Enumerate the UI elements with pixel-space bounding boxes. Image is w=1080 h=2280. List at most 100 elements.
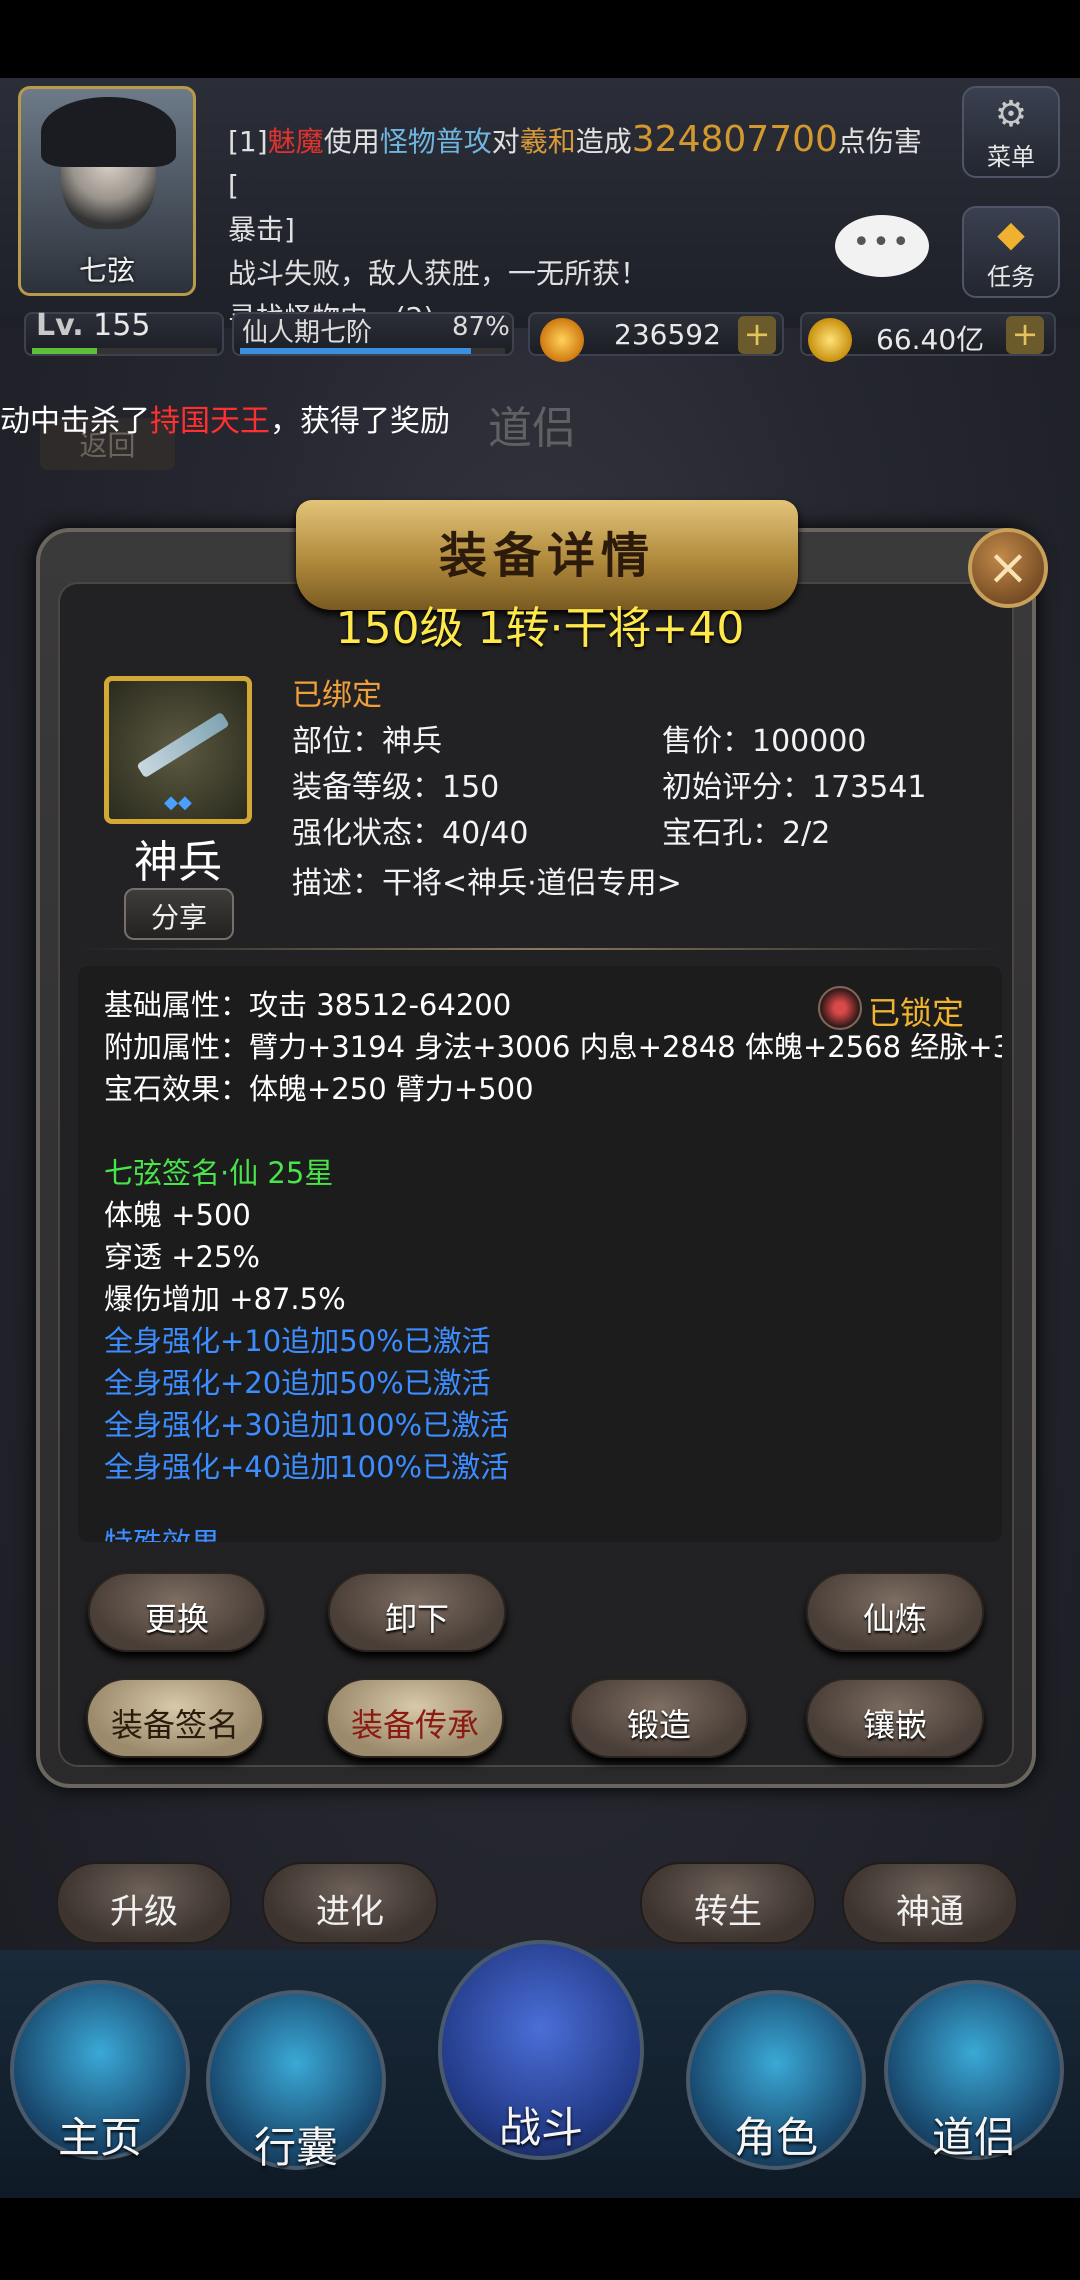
item-icon[interactable]: ◆◆ (104, 676, 252, 824)
inherit-label: 装备传承 (350, 1706, 479, 1744)
battle-log: [1]魅魔使用怪物普攻对羲和造成324807700点伤害[ 暴击] 战斗失败，敌… (228, 118, 928, 340)
set-bonus-line: 全身强化+40追加100%已激活 (104, 1450, 510, 1484)
notice-boss: 持国天王 (150, 404, 270, 439)
forge-label: 锻造 (626, 1706, 691, 1744)
diamond-value: 236592 (614, 318, 721, 351)
signature-stat: 体魄 +500 (104, 1198, 251, 1232)
nav-bag[interactable]: 行囊 (206, 1990, 386, 2172)
realm-label: 仙人期七阶 (242, 318, 373, 348)
task-button[interactable]: ◆ 任务 (962, 206, 1060, 298)
battle-log-line-2: 暴击] (228, 213, 295, 246)
level-value: 155 (93, 308, 151, 343)
divine-power-button[interactable]: 神通 (842, 1862, 1018, 1944)
chat-bubble-button[interactable]: ••• (835, 215, 929, 277)
log-to: 对 (491, 125, 520, 158)
rebirth-button[interactable]: 转生 (640, 1862, 816, 1944)
forge-button[interactable]: 锻造 (570, 1678, 748, 1758)
unequip-button[interactable]: 卸下 (328, 1572, 506, 1652)
upgrade-label: 升级 (110, 1892, 178, 1932)
menu-button[interactable]: ⚙ 菜单 (962, 86, 1060, 178)
dialog-title: 装备详情 (438, 528, 655, 584)
set-bonus-line: 全身强化+10追加50%已激活 (104, 1324, 491, 1358)
sword-icon (136, 711, 230, 779)
task-label: 任务 (987, 263, 1035, 291)
equipment-signature-button[interactable]: 装备签名 (86, 1678, 264, 1758)
gem-icon: ◆ (997, 214, 1025, 255)
chat-dots-icon: ••• (852, 225, 912, 260)
replace-button[interactable]: 更换 (88, 1572, 266, 1652)
item-type-label: 神兵 (134, 837, 222, 888)
gold-coin-icon (808, 318, 852, 362)
rebirth-label: 转生 (694, 1892, 762, 1932)
log-skill: 怪物普攻 (379, 125, 492, 158)
unequip-label: 卸下 (384, 1600, 449, 1638)
evolve-label: 进化 (316, 1892, 384, 1932)
signature-stat: 爆伤增加 +87.5% (104, 1282, 346, 1316)
avatar-hair (41, 97, 176, 167)
battle-log-line-3: 战斗失败，敌人获胜，一无所获！ (228, 257, 649, 290)
battle-log-line-1: [1]魅魔使用怪物普攻对羲和造成324807700点伤害[ (228, 118, 928, 208)
player-avatar[interactable]: 七弦 (18, 86, 196, 296)
nav-home-label: 主页 (57, 2113, 142, 2162)
notice-suffix: ，获得了奖励 (270, 404, 450, 439)
equipment-inherit-button[interactable]: 装备传承 (326, 1678, 504, 1758)
sell-price: 售价：100000 (662, 724, 867, 759)
nav-character[interactable]: 角色 (686, 1990, 866, 2170)
nav-battle[interactable]: 战斗 (438, 1940, 644, 2160)
level-progress-bar (32, 348, 217, 354)
set-bonus-line: 全身强化+30追加100%已激活 (104, 1408, 510, 1442)
locked-label: 已锁定 (868, 994, 965, 1032)
level-prefix: Lv. (36, 308, 84, 343)
close-icon: × (987, 538, 1029, 596)
log-cause: 造成 (575, 125, 632, 158)
realm-progress-bar (240, 348, 505, 354)
log-target: 羲和 (519, 125, 576, 158)
gem-slot-icons: ◆◆ (164, 792, 192, 813)
share-label: 分享 (150, 901, 207, 934)
upgrade-button[interactable]: 升级 (56, 1862, 232, 1944)
menu-label: 菜单 (987, 143, 1035, 171)
inlay-button[interactable]: 镶嵌 (806, 1678, 984, 1758)
nav-bag-label: 行囊 (253, 2123, 338, 2172)
base-attribute: 基础属性：攻击 38512-64200 (104, 988, 512, 1022)
log-prefix: [1] (228, 125, 268, 158)
gem-effect: 宝石效果：体魄+250 臂力+500 (104, 1072, 534, 1106)
special-effect-heading: 特殊效果 (104, 1520, 220, 1542)
equip-level: 装备等级：150 (292, 770, 500, 805)
initial-score: 初始评分：173541 (662, 770, 927, 805)
lock-icon (818, 986, 862, 1030)
page-title: 道侣 (488, 403, 576, 454)
add-diamond-button[interactable]: + (738, 316, 776, 354)
kill-notice: 动中击杀了持国天王，获得了奖励 (0, 396, 450, 440)
attribute-panel[interactable]: 基础属性：攻击 38512-64200 附加属性：臂力+3194 身法+3006… (78, 966, 1002, 1542)
bound-status: 已绑定 (292, 678, 382, 713)
signature-title: 七弦签名·仙 25星 (104, 1156, 334, 1190)
divine-power-label: 神通 (896, 1892, 964, 1932)
nav-companion[interactable]: 道侣 (884, 1980, 1064, 2162)
add-gold-button[interactable]: + (1006, 316, 1044, 354)
divider (80, 948, 1000, 950)
gem-slots: 宝石孔：2/2 (662, 816, 831, 851)
log-damage: 324807700 (631, 119, 838, 160)
realm-progress-fill (240, 348, 471, 354)
gold-value: 66.40亿 (876, 323, 985, 356)
refine-button[interactable]: 仙炼 (806, 1572, 984, 1652)
inlay-label: 镶嵌 (862, 1706, 927, 1744)
avatar-name: 七弦 (78, 254, 135, 287)
set-bonus-line: 全身强化+20追加50%已激活 (104, 1366, 491, 1400)
item-title: 150级 1转·干将+40 (335, 603, 745, 654)
refine-label: 仙炼 (862, 1600, 927, 1638)
slot-info: 部位：神兵 (292, 724, 442, 759)
nav-home[interactable]: 主页 (10, 1980, 190, 2162)
nav-character-label: 角色 (733, 2113, 818, 2162)
item-description: 描述：干将<神兵·道侣专用> (292, 866, 682, 901)
level-progress-fill (32, 348, 97, 354)
evolve-button[interactable]: 进化 (262, 1862, 438, 1944)
share-button[interactable]: 分享 (124, 888, 234, 940)
log-attacker: 魅魔 (267, 125, 324, 158)
diamond-icon (540, 318, 584, 362)
replace-label: 更换 (144, 1600, 209, 1638)
log-use: 使用 (323, 125, 380, 158)
nav-battle-label: 战斗 (498, 2103, 583, 2152)
nav-companion-label: 道侣 (931, 2113, 1016, 2162)
